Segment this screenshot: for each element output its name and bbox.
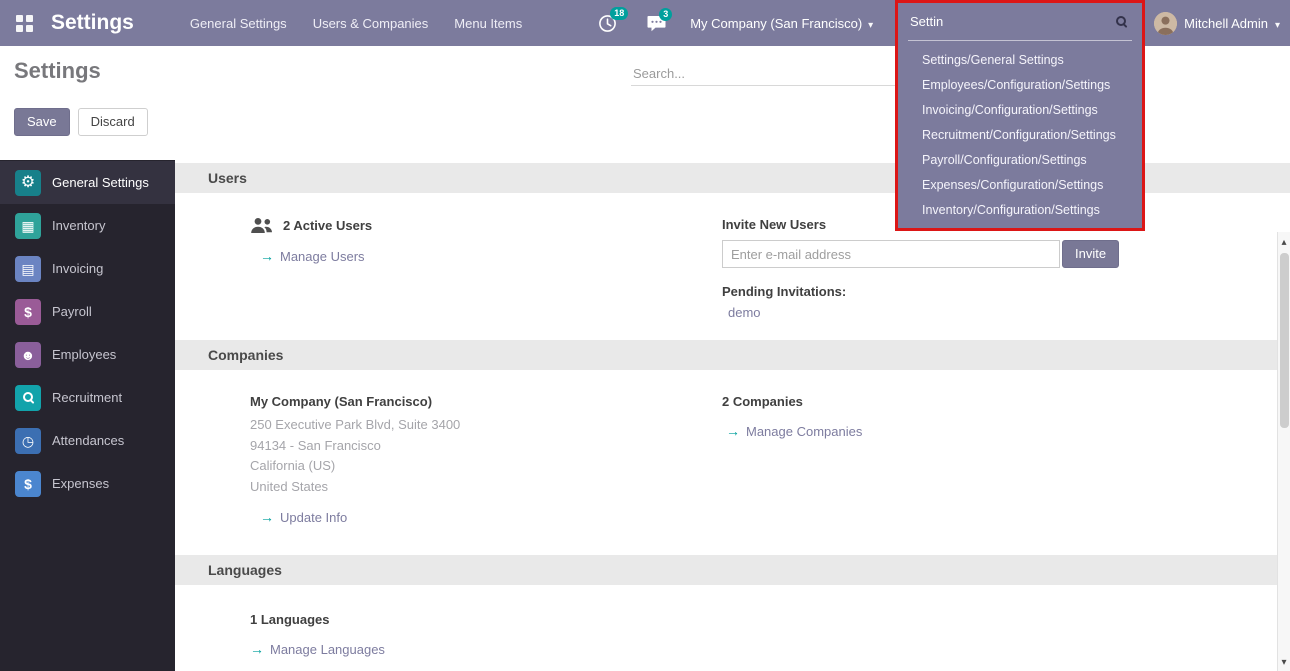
menu-search-input[interactable] — [908, 13, 1111, 30]
menu-search-dropdown: Settings/General Settings Employees/Conf… — [895, 0, 1145, 231]
app-brand-title[interactable]: Settings — [51, 11, 134, 35]
menu-search-results: Settings/General Settings Employees/Conf… — [898, 41, 1142, 222]
payroll-icon — [15, 299, 41, 325]
menu-users-companies[interactable]: Users & Companies — [313, 16, 429, 31]
search-result[interactable]: Inventory/Configuration/Settings — [898, 197, 1142, 222]
activities-button[interactable]: 18 — [598, 14, 617, 33]
update-info-label: Update Info — [280, 510, 347, 525]
user-menu[interactable]: Mitchell Admin — [1154, 0, 1280, 46]
users-section: 2 Active Users Manage Users Invite New U… — [250, 217, 1290, 320]
sidebar-item-recruitment[interactable]: Recruitment — [0, 376, 175, 419]
discard-button[interactable]: Discard — [78, 108, 148, 136]
companies-count: 2 Companies — [722, 394, 1290, 409]
sidebar-item-invoicing[interactable]: Invoicing — [0, 247, 175, 290]
forward-arrow-icon — [260, 248, 274, 264]
menu-general-settings[interactable]: General Settings — [190, 16, 287, 31]
search-icon — [1115, 15, 1128, 28]
search-result[interactable]: Employees/Configuration/Settings — [898, 72, 1142, 97]
search-result[interactable]: Invoicing/Configuration/Settings — [898, 97, 1142, 122]
company-address: 250 Executive Park Blvd, Suite 3400 9413… — [250, 415, 722, 497]
scroll-thumb[interactable] — [1280, 253, 1289, 428]
pending-user-link[interactable]: demo — [728, 305, 761, 320]
gear-icon — [15, 170, 41, 196]
address-line: 250 Executive Park Blvd, Suite 3400 — [250, 415, 722, 436]
page-title: Settings — [14, 58, 101, 84]
company-name: My Company (San Francisco) — [690, 16, 862, 31]
users-group-icon — [250, 217, 274, 234]
scroll-down-icon[interactable] — [1281, 652, 1286, 670]
forward-arrow-icon — [726, 423, 740, 439]
manage-languages-label: Manage Languages — [270, 642, 385, 657]
workspace: General Settings Inventory Invoicing Pay… — [0, 160, 1290, 671]
messages-button[interactable]: 3 — [647, 15, 666, 32]
activities-badge: 18 — [610, 7, 628, 20]
sidebar-item-employees[interactable]: Employees — [0, 333, 175, 376]
settings-sidebar: General Settings Inventory Invoicing Pay… — [0, 160, 175, 671]
sidebar-item-payroll[interactable]: Payroll — [0, 290, 175, 333]
attendances-icon — [15, 428, 41, 454]
company-switcher[interactable]: My Company (San Francisco) — [690, 16, 873, 31]
vertical-scrollbar[interactable] — [1277, 232, 1290, 671]
languages-section: 1 Languages Manage Languages — [250, 612, 1290, 657]
chevron-down-icon — [868, 16, 873, 31]
scroll-up-icon[interactable] — [1281, 232, 1286, 250]
search-result[interactable]: Settings/General Settings — [898, 47, 1142, 72]
expenses-icon — [15, 471, 41, 497]
search-result[interactable]: Payroll/Configuration/Settings — [898, 147, 1142, 172]
section-header-companies: Companies — [175, 340, 1290, 370]
user-avatar — [1154, 12, 1177, 35]
sidebar-item-inventory[interactable]: Inventory — [0, 204, 175, 247]
address-line: United States — [250, 477, 722, 498]
menu-menu-items[interactable]: Menu Items — [454, 16, 522, 31]
address-line: California (US) — [250, 456, 722, 477]
address-line: 94134 - San Francisco — [250, 436, 722, 457]
sidebar-item-expenses[interactable]: Expenses — [0, 462, 175, 505]
sidebar-item-label: Recruitment — [52, 390, 122, 405]
manage-companies-link[interactable]: Manage Companies — [726, 423, 862, 439]
sidebar-item-general-settings[interactable]: General Settings — [0, 161, 175, 204]
chevron-down-icon — [1275, 16, 1280, 31]
forward-arrow-icon — [260, 509, 274, 525]
manage-languages-link[interactable]: Manage Languages — [250, 641, 385, 657]
sidebar-item-label: General Settings — [52, 175, 149, 190]
messages-badge: 3 — [659, 8, 672, 21]
languages-count: 1 Languages — [250, 612, 1290, 627]
company-display-name: My Company (San Francisco) — [250, 394, 722, 409]
section-header-languages: Languages — [175, 555, 1290, 585]
odoo-settings-screen: Settings General Settings Users & Compan… — [0, 0, 1290, 671]
employees-icon — [15, 342, 41, 368]
menu-search-field — [908, 3, 1132, 41]
apps-menu-icon[interactable] — [16, 15, 33, 32]
active-users-count: 2 Active Users — [283, 218, 372, 233]
search-result[interactable]: Expenses/Configuration/Settings — [898, 172, 1142, 197]
records-search-input[interactable] — [631, 62, 895, 86]
search-result[interactable]: Recruitment/Configuration/Settings — [898, 122, 1142, 147]
inventory-icon — [15, 213, 41, 239]
forward-arrow-icon — [250, 641, 264, 657]
sidebar-item-label: Employees — [52, 347, 116, 362]
user-name: Mitchell Admin — [1184, 16, 1268, 31]
invite-email-input[interactable] — [722, 240, 1060, 268]
invoicing-icon — [15, 256, 41, 282]
pending-invitations-label: Pending Invitations: — [722, 284, 1290, 299]
sidebar-item-attendances[interactable]: Attendances — [0, 419, 175, 462]
sidebar-item-label: Expenses — [52, 476, 109, 491]
sidebar-item-label: Invoicing — [52, 261, 103, 276]
control-buttons: Save Discard — [14, 108, 148, 136]
manage-companies-label: Manage Companies — [746, 424, 862, 439]
navbar-menu: General Settings Users & Companies Menu … — [190, 16, 522, 31]
manage-users-label: Manage Users — [280, 249, 365, 264]
sidebar-item-label: Inventory — [52, 218, 105, 233]
sidebar-item-label: Payroll — [52, 304, 92, 319]
recruitment-icon — [15, 385, 41, 411]
save-button[interactable]: Save — [14, 108, 70, 136]
settings-content: Users 2 Active Users — [175, 160, 1290, 671]
invite-button[interactable]: Invite — [1062, 240, 1119, 268]
companies-section: My Company (San Francisco) 250 Executive… — [250, 394, 1290, 525]
sidebar-item-label: Attendances — [52, 433, 124, 448]
update-info-link[interactable]: Update Info — [260, 509, 347, 525]
manage-users-link[interactable]: Manage Users — [260, 248, 365, 264]
